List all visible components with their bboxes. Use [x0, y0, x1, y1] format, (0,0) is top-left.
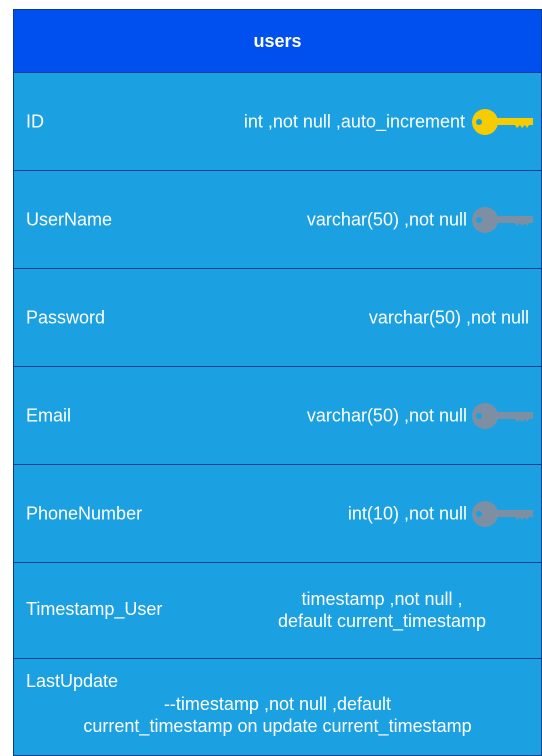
column-type: varchar(50) ,not null	[306, 209, 467, 229]
column-type-line1: --timestamp ,not null ,default	[163, 694, 392, 714]
key-icon	[472, 402, 533, 429]
table-row-id[interactable]: ID int ,not null ,auto_increment	[14, 73, 541, 171]
column-type: int(10) ,not null	[347, 503, 467, 523]
column-type-line2: default current_timestamp	[277, 611, 487, 631]
column-name: Email	[26, 405, 72, 425]
column-type: timestamp ,not null , default current_ti…	[237, 588, 527, 632]
table-row-password[interactable]: Password varchar(50) ,not null	[14, 269, 541, 367]
column-name: ID	[26, 111, 44, 131]
primary-key-icon	[472, 108, 533, 135]
table-row-username[interactable]: UserName varchar(50) ,not null	[14, 171, 541, 269]
users-table: users ID int ,not null ,auto_increment U…	[13, 9, 542, 756]
table-title: users	[14, 10, 541, 73]
column-name: UserName	[26, 209, 113, 229]
key-icon	[472, 206, 533, 233]
key-icon	[472, 500, 533, 527]
column-type: int ,not null ,auto_increment	[243, 111, 465, 131]
column-type-line2: current_timestamp on update current_time…	[83, 716, 472, 736]
column-type-line1: timestamp ,not null ,	[301, 589, 463, 609]
column-name: LastUpdate	[26, 671, 119, 691]
column-type: varchar(50) ,not null	[368, 307, 529, 327]
table-row-phonenumber[interactable]: PhoneNumber int(10) ,not null	[14, 465, 541, 563]
table-row-lastupdate[interactable]: LastUpdate --timestamp ,not null ,defaul…	[14, 659, 541, 755]
table-row-timestamp-user[interactable]: Timestamp_User timestamp ,not null , def…	[14, 563, 541, 659]
column-name: PhoneNumber	[26, 503, 143, 523]
column-name: Password	[26, 307, 106, 327]
table-row-email[interactable]: Email varchar(50) ,not null	[14, 367, 541, 465]
column-type: varchar(50) ,not null	[306, 405, 467, 425]
column-name: Timestamp_User	[26, 599, 163, 619]
